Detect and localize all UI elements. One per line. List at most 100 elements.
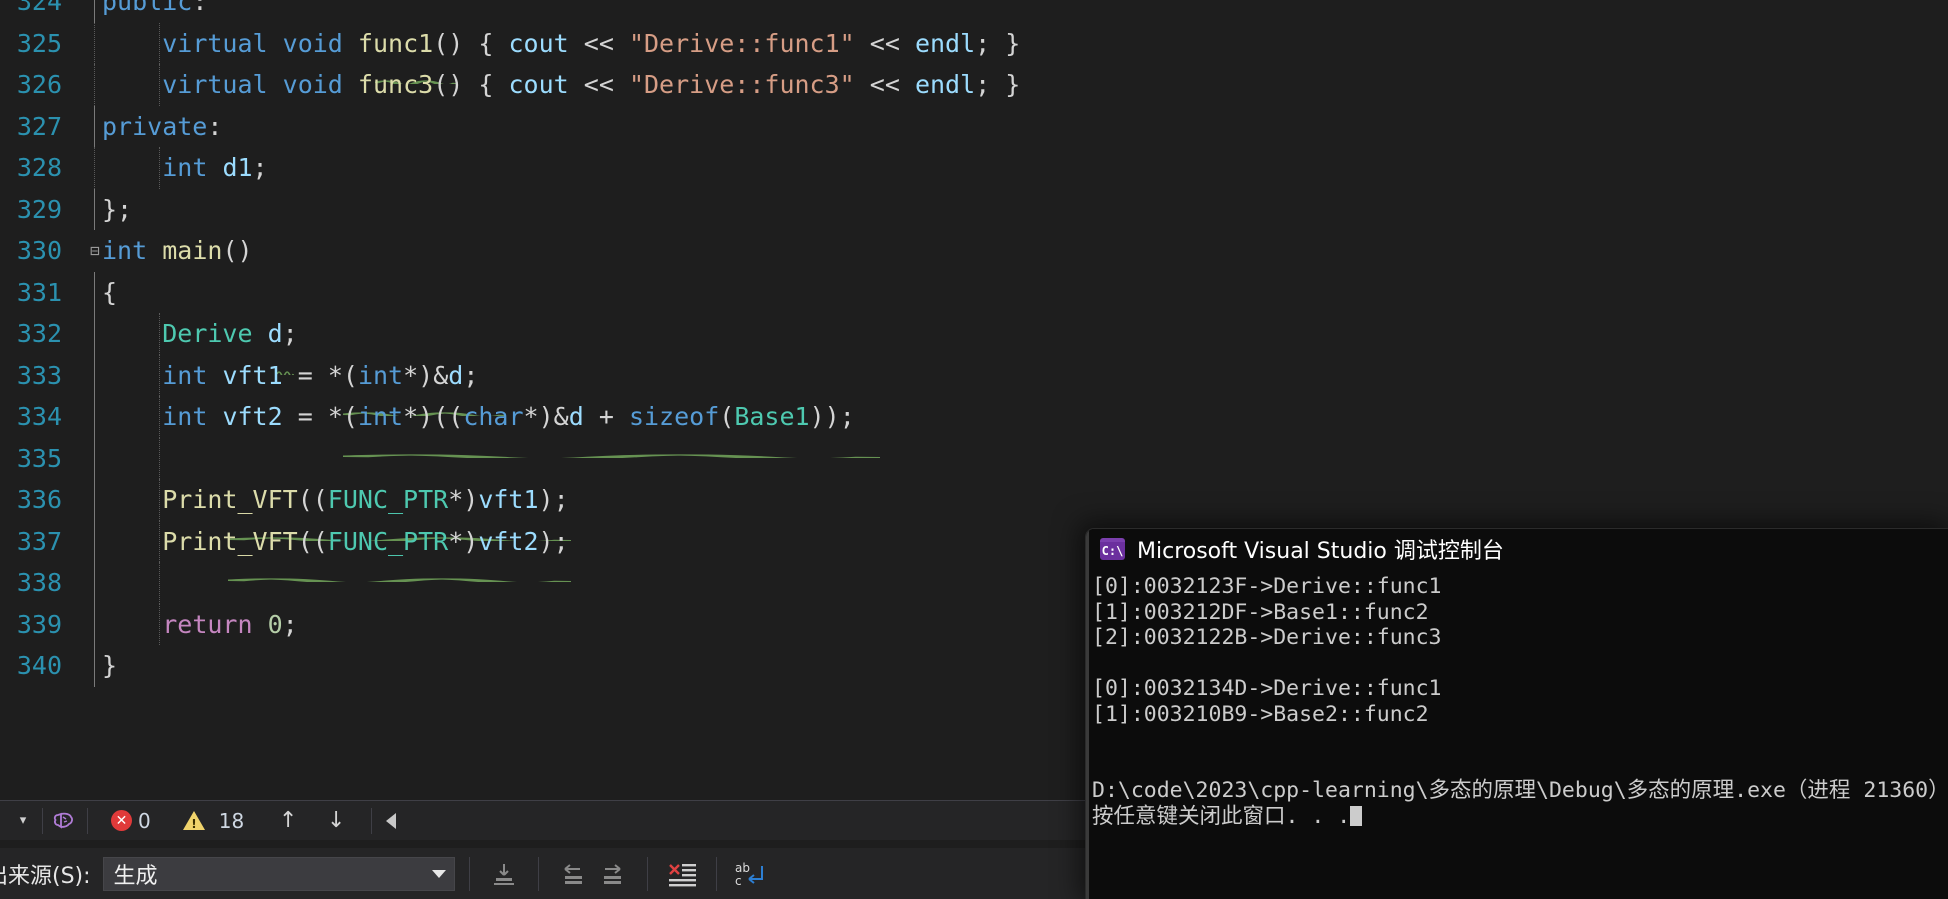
line-number: 325 (16, 28, 62, 58)
indent-guide (94, 313, 95, 355)
find-message-in-code-button[interactable] (484, 856, 524, 892)
indent-guide (94, 645, 95, 687)
code-text: return 0; (162, 609, 298, 639)
indent-guide (94, 437, 95, 479)
code-line[interactable]: 326 virtual void func3() { cout << "Deri… (0, 64, 1948, 106)
console-line: 按任意键关闭此窗口. . . (1092, 804, 1948, 830)
code-line[interactable]: 334 int vft2 = *(int*)((char*)&d + sizeo… (0, 396, 1948, 460)
word-wrap-icon: ab c (735, 861, 763, 888)
error-squiggle (317, 429, 906, 460)
code-line[interactable]: 331 { (0, 271, 1948, 314)
code-line[interactable]: 330 ⊟int main() (0, 230, 1948, 272)
line-number: 328 (16, 153, 62, 182)
indent-guide (94, 0, 95, 23)
go-to-next-message-button[interactable] (593, 856, 633, 892)
line-number: 334 (16, 402, 62, 431)
toolbar-divider (646, 856, 648, 891)
line-number: 339 (16, 609, 62, 639)
error-filter-dropdown[interactable]: ▾ (6, 804, 40, 838)
console-line: [2]:0032122B->Derive::func3 (1092, 625, 1442, 650)
toolbar-divider (537, 856, 539, 891)
console-title-bar[interactable]: C:\ Microsoft Visual Studio 调试控制台 (1086, 529, 1948, 569)
indent-guide (159, 22, 161, 64)
console-line: [0]:0032134D->Derive::func1 (1092, 676, 1442, 701)
code-line[interactable]: 327 private: (0, 105, 1948, 147)
console-line: [0]:0032123F->Derive::func1 (1092, 574, 1442, 599)
indent-guide (159, 64, 161, 106)
line-number: 335 (16, 443, 62, 473)
indent-guide (94, 603, 95, 645)
code-text: Derive d; (162, 319, 298, 348)
indent-guide (159, 437, 161, 479)
debug-console-window[interactable]: C:\ Microsoft Visual Studio 调试控制台 [0]:00… (1085, 528, 1948, 899)
toolbar-divider (371, 807, 373, 834)
code-text: private: (102, 111, 223, 141)
indent-guide (94, 105, 95, 147)
code-line[interactable]: 332 Derive d; (0, 313, 1948, 377)
console-caret (1350, 805, 1363, 826)
code-text: }; (102, 194, 133, 224)
previous-error-button[interactable]: ↑ (271, 804, 305, 838)
warning-count-button[interactable]: 18 (176, 804, 251, 838)
chevron-down-icon (431, 869, 446, 878)
code-line[interactable]: 329 }; (0, 188, 1948, 231)
code-text: int d1; (162, 153, 268, 182)
toggle-word-wrap-button[interactable]: ab c (731, 856, 771, 892)
indent-guide (94, 479, 95, 521)
output-source-label: 出来源(S): (0, 863, 91, 889)
output-source-dropdown[interactable]: 生成 (102, 856, 455, 891)
console-line: D:\code\2023\cpp-learning\多态的原理\Debug\多态… (1092, 778, 1948, 803)
console-line: [1]:003212DF->Base1::func2 (1092, 599, 1429, 625)
console-title: Microsoft Visual Studio 调试控制台 (1137, 539, 1504, 564)
window-edge (1086, 529, 1089, 899)
visual-studio-window: 324 public: 325 virtual void func1() { co… (0, 0, 1948, 899)
clear-all-button[interactable] (662, 856, 702, 892)
output-source-value: 生成 (113, 863, 158, 889)
indent-guide (94, 562, 95, 604)
indent-guide (159, 313, 161, 355)
code-line[interactable]: 333 int vft1 = *(int*)&d; (0, 354, 1948, 418)
indent-guide (159, 354, 161, 396)
line-number: 329 (16, 194, 62, 224)
code-line[interactable]: 325 virtual void func1() { cout << "Deri… (0, 22, 1948, 86)
error-count-button[interactable]: ✕ 0 (104, 804, 158, 838)
line-number: 336 (16, 485, 62, 514)
indent-guide (94, 520, 95, 562)
code-line[interactable]: 336 Print_VFT((FUNC_PTR*)vft1); (0, 479, 1948, 543)
triangle-left-icon (386, 812, 397, 829)
fold-toggle-icon[interactable]: ⊟ (88, 230, 102, 272)
svg-text:ab: ab (735, 861, 750, 875)
code-line[interactable]: 324 public: (0, 0, 1948, 23)
line-number: 332 (16, 319, 62, 348)
arrow-down-icon: ↓ (326, 808, 346, 833)
brain-icon (52, 808, 78, 834)
next-error-button[interactable]: ↓ (319, 804, 353, 838)
code-line[interactable]: 328 int d1; (0, 147, 1948, 189)
error-squiggle (276, 346, 295, 377)
indent-guide (94, 64, 95, 106)
toolbar-divider (468, 856, 470, 891)
go-to-previous-message-button[interactable] (553, 856, 593, 892)
code-line[interactable]: 335 (0, 437, 1948, 480)
indent-guide (159, 562, 161, 604)
line-number: 333 (16, 360, 62, 390)
toolbar-divider (87, 807, 88, 834)
line-number: 326 (16, 70, 62, 99)
line-number: 340 (16, 651, 62, 680)
intellicode-button[interactable] (45, 804, 85, 838)
collapse-panel-button[interactable] (374, 804, 408, 838)
indent-guide (159, 479, 161, 521)
